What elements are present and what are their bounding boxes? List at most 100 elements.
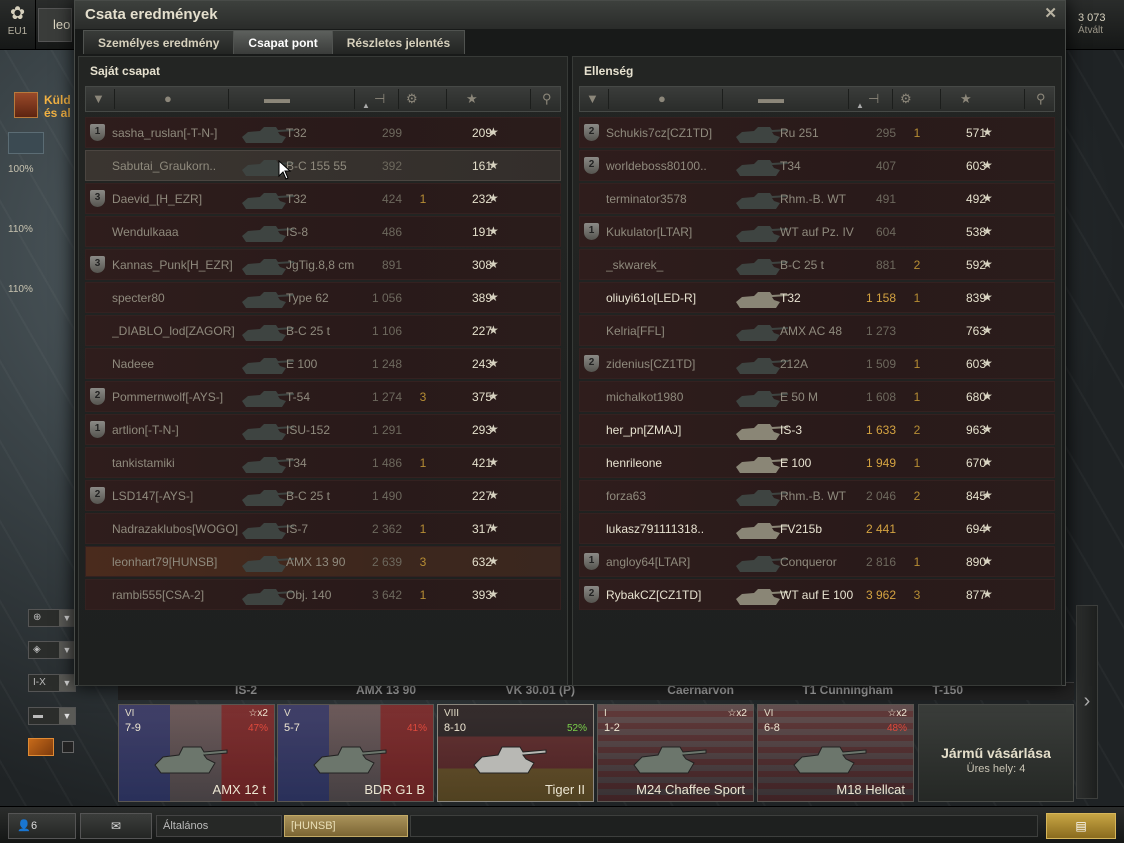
kills-value: 1 — [913, 456, 921, 470]
star-icon: ★ — [982, 224, 993, 238]
premium-filter-checkbox[interactable] — [62, 741, 74, 753]
gear-icon[interactable]: ✿ — [0, 0, 35, 26]
class-filter[interactable]: ▬ ▼ — [28, 707, 76, 725]
player-row[interactable]: 1 sasha_ruslan[-T-N-] T32 299 209 ★ — [85, 117, 561, 148]
player-row[interactable]: 1 artlion[-T-N-] ISU-152 1 291 293 ★ — [85, 414, 561, 445]
clan-rank-badge-icon: 2 — [584, 124, 599, 141]
star-icon: ★ — [982, 422, 993, 436]
buy-vehicle-slot[interactable]: Jármű vásárlása Üres hely: 4 — [918, 704, 1074, 802]
vehicle-column-icon[interactable]: ▬▬ — [758, 91, 784, 106]
player-row[interactable]: 3 Kannas_Punk[H_EZR] JgTig.8,8 cm 891 308 ★ — [85, 249, 561, 280]
tab-personal-results[interactable]: Személyes eredmény — [83, 30, 235, 54]
nation-filter[interactable]: ⊕ ▼ — [28, 609, 76, 627]
player-row[interactable]: Nadeee E 100 1 248 243 ★ — [85, 348, 561, 379]
quest-text[interactable]: Küld és al — [44, 94, 71, 120]
crew-button[interactable] — [8, 132, 44, 154]
player-row[interactable]: michalkot1980 E 50 M1 608 1 680 ★ — [579, 381, 1055, 412]
damage-value: 1 633 — [865, 423, 896, 437]
clan-rank-badge-icon: 2 — [584, 157, 599, 174]
player-row[interactable]: terminator3578 Rhm.-B. WT 491 492 ★ — [579, 183, 1055, 214]
close-icon[interactable]: ✕ — [1044, 4, 1057, 22]
player-row[interactable]: Sabutai_Graukorn.. B-C 155 55 392 161 ★ — [85, 150, 561, 181]
tank-icon — [793, 746, 867, 774]
type-filter[interactable]: ◈ ▼ — [28, 641, 76, 659]
enemy-team-list: 2 Schukis7cz[CZ1TD] Ru 251 295 1 571 ★ 2 worldeb… — [579, 117, 1055, 612]
send-button[interactable]: ▤ — [1046, 813, 1116, 839]
medal-column-icon[interactable]: ⚲ — [542, 91, 552, 107]
bottom-bar: 👤 6 ✉ Általános [HUNSB] ▤ — [0, 806, 1124, 843]
vehicle-column-icon[interactable]: ▬▬ — [264, 91, 290, 106]
xp-value: 538 — [965, 225, 986, 239]
player-row[interactable]: _skwarek_ B-C 25 t 881 2 592 ★ — [579, 249, 1055, 280]
damage-column-icon[interactable]: ⊣ — [868, 91, 879, 107]
player-row[interactable]: rambi555[CSA-2] Obj. 140 3 642 1 393 ★ — [85, 579, 561, 610]
player-row[interactable]: oliuyi61o[LED-R] T32 1 158 1 839 ★ — [579, 282, 1055, 313]
player-row[interactable]: 2 LSD147[-AYS-] B-C 25 t1 490 227 ★ — [85, 480, 561, 511]
tab-team-score[interactable]: Csapat pont — [233, 30, 333, 54]
clan-rank-badge-icon: 2 — [584, 586, 599, 603]
player-row[interactable]: 2 Schukis7cz[CZ1TD] Ru 251 295 1 571 ★ — [579, 117, 1055, 148]
player-row[interactable]: 2 zidenius[CZ1TD] 212A 1 509 1 603 ★ — [579, 348, 1055, 379]
chat-input[interactable] — [410, 815, 1038, 837]
star-icon: ★ — [982, 455, 993, 469]
xp-value: 389 — [471, 291, 492, 305]
player-row[interactable]: leonhart79[HUNSB] AMX 13 90 2 639 3 632 ★ — [85, 546, 561, 577]
matchmaking-range: 1-2 — [604, 722, 620, 734]
kills-value: 1 — [419, 522, 427, 536]
player-row[interactable]: specter80 Type 62 1 056 389 ★ — [85, 282, 561, 313]
channel-general[interactable]: Általános — [156, 815, 282, 837]
player-row[interactable]: lukasz791111318.. FV215b 2 441 694 ★ — [579, 513, 1055, 544]
tier-label: I — [604, 708, 607, 719]
carousel-tank-card[interactable]: VIII 8-10 52% Tiger II — [437, 704, 594, 802]
kills-value: 3 — [419, 390, 427, 404]
contacts-button[interactable]: 👤 6 — [8, 813, 76, 839]
carousel-next-arrow[interactable]: › — [1076, 605, 1098, 799]
carousel-tank-card[interactable]: I 1-2 ☆x2 M24 Chaffee Sport — [597, 704, 754, 802]
clan-column-icon[interactable]: ▼ — [586, 91, 599, 106]
player-row[interactable]: 1 Kukulator[LTAR] WT auf Pz. IV 604 538 ★ — [579, 216, 1055, 247]
player-row[interactable]: Wendulkaaa IS-8 486 191 ★ — [85, 216, 561, 247]
kills-column-icon[interactable]: ⚙ — [900, 91, 912, 107]
premium-filter-icon[interactable] — [28, 738, 54, 756]
xp-value: 227 — [471, 489, 492, 503]
player-row[interactable]: 2 Pommernwolf[-AYS-] T-54 1 274 3 375 ★ — [85, 381, 561, 412]
player-row[interactable]: Kelria[FFL] AMX AC 48 1 273 763 ★ — [579, 315, 1055, 346]
player-column-icon[interactable]: ● — [658, 91, 666, 106]
player-row[interactable]: 3 Daevid_[H_EZR] T32 424 1 232 ★ — [85, 183, 561, 214]
xp-value: 603 — [965, 357, 986, 371]
server-selector[interactable]: ✿ EU1 — [0, 0, 36, 50]
xp-column-icon[interactable]: ★ — [466, 91, 478, 107]
player-row[interactable]: henrileone E 100 1 949 1 670 ★ — [579, 447, 1055, 478]
damage-value: 1 106 — [371, 324, 402, 338]
damage-value: 407 — [875, 159, 896, 173]
medal-column-icon[interactable]: ⚲ — [1036, 91, 1046, 107]
xp-column-icon[interactable]: ★ — [960, 91, 972, 107]
star-icon: ★ — [982, 587, 993, 601]
carousel-tank-card[interactable]: V 5-7 41% BDR G1 B — [277, 704, 434, 802]
clan-column-icon[interactable]: ▼ — [92, 91, 105, 106]
tier-filter[interactable]: I-X ▼ — [28, 674, 76, 692]
player-row[interactable]: 1 angloy64[LTAR] Conqueror 2 816 1 890 ★ — [579, 546, 1055, 577]
player-row[interactable]: _DIABLO_lod[ZAGOR] B-C 25 t1 106 227 ★ — [85, 315, 561, 346]
player-column-icon[interactable]: ● — [164, 91, 172, 106]
player-row[interactable]: forza63 Rhm.-B. WT 2 046 2 845 ★ — [579, 480, 1055, 511]
player-name-button[interactable]: leo — [38, 8, 72, 42]
kills-column-icon[interactable]: ⚙ — [406, 91, 418, 107]
carousel-tank-card[interactable]: VI 6-8 ☆x2 48% M18 Hellcat — [757, 704, 914, 802]
player-row[interactable]: her_pn[ZMAJ] IS-3 1 633 2 963 ★ — [579, 414, 1055, 445]
xp-value: 161 — [471, 159, 492, 173]
damage-column-icon[interactable]: ⊣ — [374, 91, 385, 107]
player-row[interactable]: 2 RybakCZ[CZ1TD] WT auf E 100 3 962 3 877 ★ — [579, 579, 1055, 610]
player-row[interactable]: tankistamiki T34 1 486 1 421 ★ — [85, 447, 561, 478]
player-row[interactable]: Nadrazaklubos[WOGO] IS-7 2 362 1 317 ★ — [85, 513, 561, 544]
tab-detailed-report[interactable]: Részletes jelentés — [331, 30, 466, 54]
player-row[interactable]: 2 worldeboss80100.. T34 407 603 ★ — [579, 150, 1055, 181]
carousel-tank-card[interactable]: VI 7-9 ☆x2 47% AMX 12 t — [118, 704, 275, 802]
kills-value: 1 — [913, 390, 921, 404]
chat-button[interactable]: ✉ — [80, 813, 152, 839]
exchange-link[interactable]: Átvált — [1078, 25, 1124, 36]
quest-icon[interactable] — [14, 92, 38, 118]
damage-value: 1 486 — [371, 456, 402, 470]
channel-clan[interactable]: [HUNSB] — [284, 815, 408, 837]
damage-value: 1 949 — [865, 456, 896, 470]
